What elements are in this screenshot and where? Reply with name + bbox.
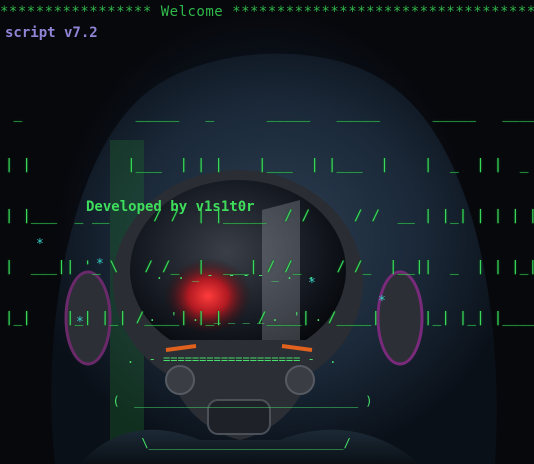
welcome-banner-line: ***************** Welcome **************… <box>0 4 534 20</box>
star-glyph: * <box>76 315 84 330</box>
ascii-spaceship-line: . ' . _ _ _ _ . ' . <box>98 310 322 324</box>
star-glyph: * <box>96 257 104 272</box>
ascii-logo-line: _ _____ _ _____ _____ _____ _____ <box>0 106 534 122</box>
ascii-spaceship-line: ( _______________________________ ) <box>98 394 373 408</box>
ascii-spaceship-line: . - =================== - . <box>98 352 337 366</box>
star-glyph: * <box>308 276 316 291</box>
ascii-spaceship-line: . . _ - - - - _ . . <box>98 268 315 282</box>
star-glyph: * <box>36 237 44 252</box>
developer-credit: Developed by v1s1t0r <box>86 199 255 215</box>
star-glyph: * <box>378 294 386 309</box>
script-version-line: script v7.2 <box>5 25 98 41</box>
ascii-logo-line: | |___ _ __ / / | |_____ / / / / __ | |_… <box>0 208 534 224</box>
ascii-logo-line: | | |___ | | | |___ | |___ | | _ | | _ | <box>0 157 534 173</box>
terminal-window: ***************** Welcome **************… <box>0 0 534 464</box>
ascii-spaceship: . . _ - - - - _ . . . ' . _ _ _ _ . ' . … <box>98 240 373 464</box>
ascii-spaceship-line: \___________________________/ <box>98 436 351 450</box>
